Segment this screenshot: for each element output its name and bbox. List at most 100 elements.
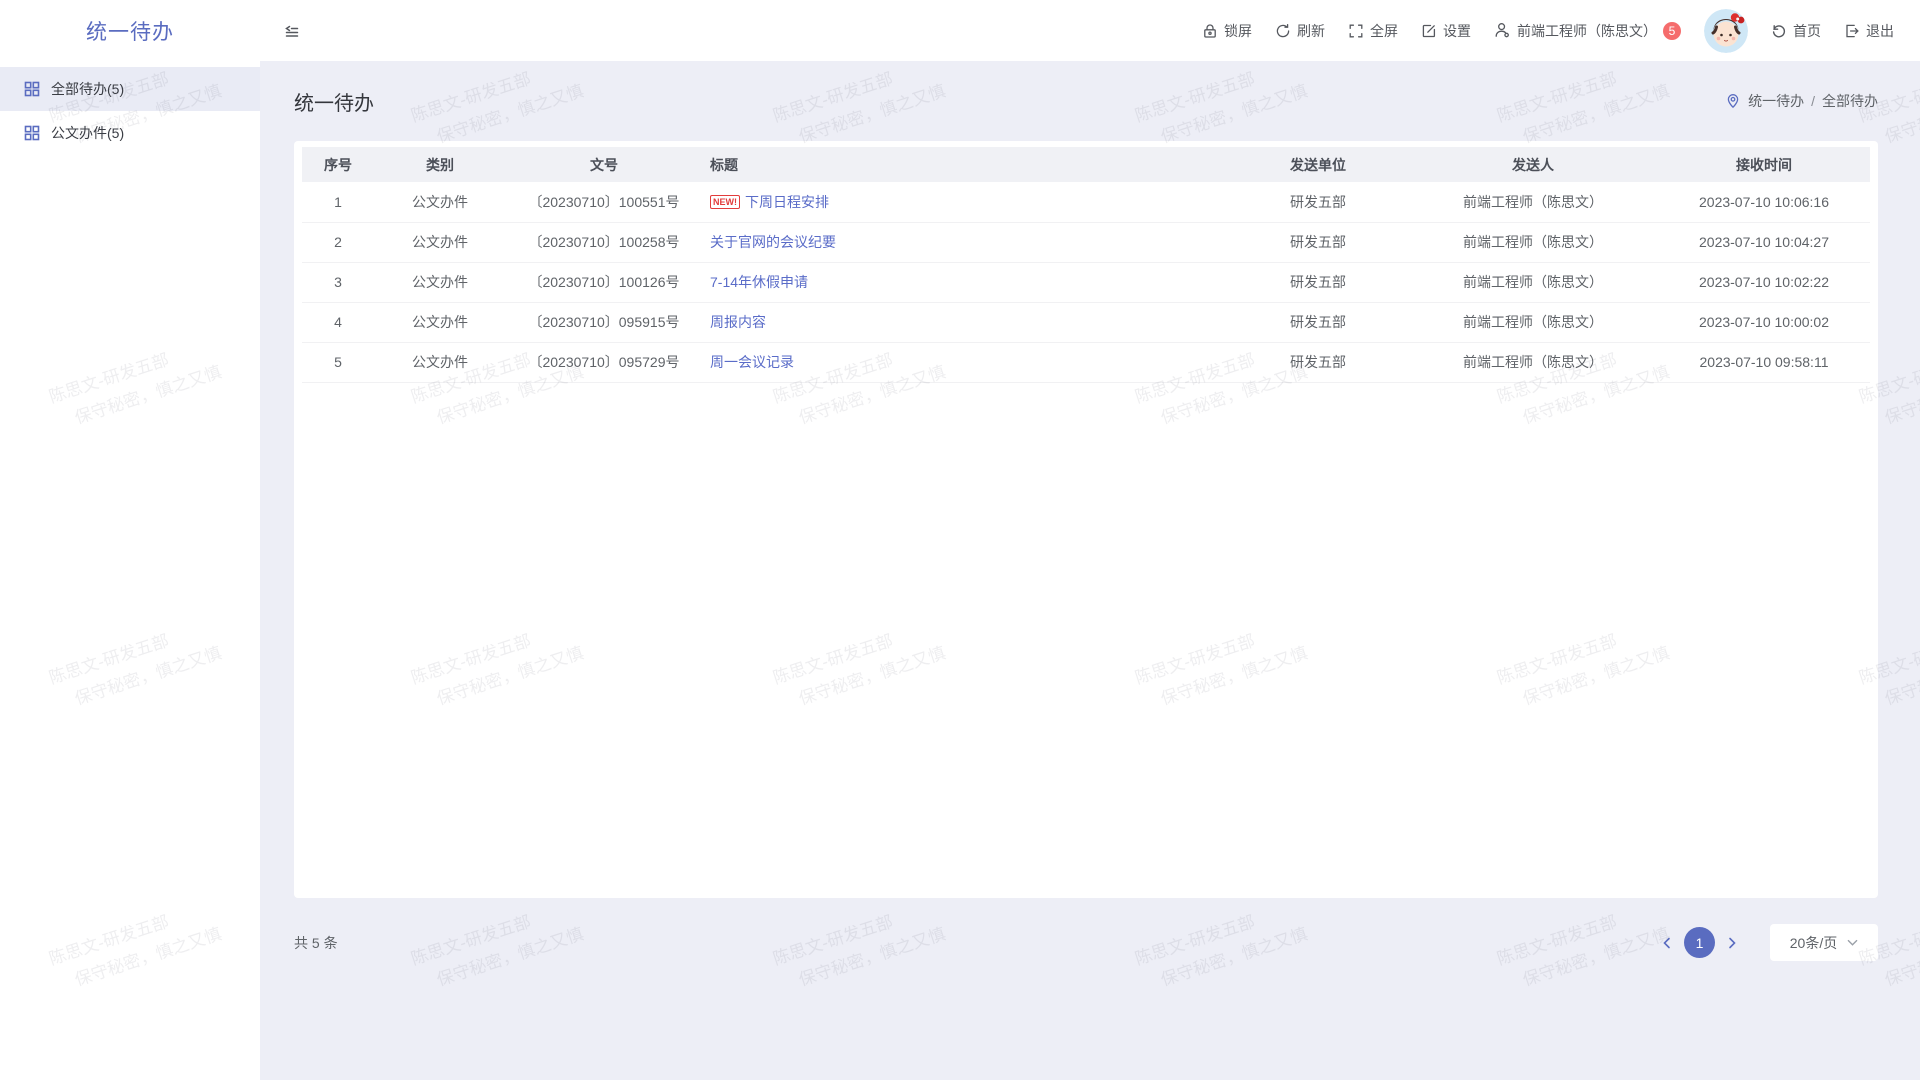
lock-screen-button[interactable]: 锁屏: [1202, 21, 1252, 41]
row-title-link[interactable]: 周一会议记录: [710, 354, 794, 370]
sidebar-item-label: 公文办件(5): [51, 123, 124, 143]
breadcrumb-current[interactable]: 全部待办: [1822, 91, 1878, 111]
todo-table: 序号 类别 文号 标题 发送单位 发送人 接收时间 1公文办件〔20230710…: [302, 147, 1870, 383]
row-title-cell: NEW! 下周日程安排: [702, 182, 1228, 222]
page-size-select[interactable]: 20条/页: [1770, 924, 1878, 961]
todo-list-card: 序号 类别 文号 标题 发送单位 发送人 接收时间 1公文办件〔20230710…: [294, 141, 1878, 898]
user-menu[interactable]: 前端工程师（陈思文） 5: [1494, 21, 1681, 41]
row-doc-number: 〔20230710〕095729号: [506, 342, 702, 382]
row-sender-unit: 研发五部: [1228, 222, 1408, 262]
row-category: 公文办件: [374, 302, 506, 342]
app-root: 统一待办 全部待办(5) 公文办件(5): [0, 0, 1920, 1080]
right-column: 锁屏 刷新 全屏: [260, 0, 1920, 1080]
settings-button[interactable]: 设置: [1421, 21, 1471, 41]
table-header: 序号 类别 文号 标题 发送单位 发送人 接收时间: [302, 147, 1870, 182]
row-index: 2: [302, 222, 374, 262]
row-title-cell: 关于官网的会议纪要: [702, 222, 1228, 262]
notification-badge: 5: [1663, 22, 1681, 40]
task-table-body: 1公文办件〔20230710〕100551号NEW!下周日程安排研发五部前端工程…: [302, 182, 1870, 382]
sidebar-item-official-docs[interactable]: 公文办件(5): [0, 111, 260, 155]
settings-icon: [1421, 23, 1437, 39]
row-title-link[interactable]: 下周日程安排: [745, 194, 829, 210]
pagination: 1 20条/页: [1653, 924, 1878, 961]
next-page-button[interactable]: [1718, 929, 1746, 957]
fullscreen-label: 全屏: [1370, 21, 1398, 41]
grid-icon: [24, 81, 40, 97]
total-count: 共 5 条: [294, 933, 338, 953]
sidebar-collapse-button[interactable]: [283, 22, 301, 40]
avatar[interactable]: [1704, 9, 1748, 53]
menu-fold-icon: [283, 22, 301, 40]
row-doc-number: 〔20230710〕100551号: [506, 182, 702, 222]
user-name-label: 前端工程师（陈思文）: [1517, 21, 1657, 41]
logout-icon: [1844, 23, 1860, 39]
row-sender-unit: 研发五部: [1228, 182, 1408, 222]
chevron-left-icon: [1661, 937, 1673, 949]
row-received-time: 2023-07-10 10:00:02: [1658, 302, 1870, 342]
lock-icon: [1202, 23, 1218, 39]
prev-page-button[interactable]: [1653, 929, 1681, 957]
table-row: 3公文办件〔20230710〕100126号7-14年休假申请研发五部前端工程师…: [302, 262, 1870, 302]
top-header: 锁屏 刷新 全屏: [260, 0, 1920, 61]
row-index: 1: [302, 182, 374, 222]
sidebar-item-all-todos[interactable]: 全部待办(5): [0, 67, 260, 111]
chevron-right-icon: [1726, 937, 1738, 949]
user-icon: [1494, 22, 1511, 39]
table-row: 4公文办件〔20230710〕095915号周报内容研发五部前端工程师（陈思文）…: [302, 302, 1870, 342]
row-category: 公文办件: [374, 222, 506, 262]
row-received-time: 2023-07-10 10:04:27: [1658, 222, 1870, 262]
refresh-icon: [1275, 23, 1291, 39]
col-sender: 发送人: [1408, 147, 1658, 182]
new-badge: NEW!: [710, 195, 740, 209]
app-title: 统一待办: [0, 0, 260, 61]
logout-label: 退出: [1866, 21, 1894, 41]
row-title-cell: 周报内容: [702, 302, 1228, 342]
row-doc-number: 〔20230710〕095915号: [506, 302, 702, 342]
row-category: 公文办件: [374, 262, 506, 302]
breadcrumb-separator: /: [1811, 93, 1815, 109]
table-row: 5公文办件〔20230710〕095729号周一会议记录研发五部前端工程师（陈思…: [302, 342, 1870, 382]
col-sender-unit: 发送单位: [1228, 147, 1408, 182]
col-title: 标题: [702, 147, 1228, 182]
breadcrumb: 统一待办 / 全部待办: [1725, 91, 1878, 111]
grid-icon: [24, 125, 40, 141]
row-sender: 前端工程师（陈思文）: [1408, 342, 1658, 382]
row-sender-unit: 研发五部: [1228, 262, 1408, 302]
row-doc-number: 〔20230710〕100126号: [506, 262, 702, 302]
settings-label: 设置: [1443, 21, 1471, 41]
header-toolbar: 锁屏 刷新 全屏: [1202, 9, 1894, 53]
sidebar-menu: 全部待办(5) 公文办件(5): [0, 61, 260, 155]
logout-button[interactable]: 退出: [1844, 21, 1894, 41]
row-received-time: 2023-07-10 10:02:22: [1658, 262, 1870, 302]
row-title-link[interactable]: 关于官网的会议纪要: [710, 234, 836, 250]
row-sender-unit: 研发五部: [1228, 302, 1408, 342]
row-title-link[interactable]: 周报内容: [710, 314, 766, 330]
row-sender: 前端工程师（陈思文）: [1408, 222, 1658, 262]
home-back-icon: [1771, 23, 1787, 39]
fullscreen-button[interactable]: 全屏: [1348, 21, 1398, 41]
row-title-cell: 7-14年休假申请: [702, 262, 1228, 302]
row-category: 公文办件: [374, 342, 506, 382]
row-title-cell: 周一会议记录: [702, 342, 1228, 382]
main-content: 统一待办 统一待办 / 全部待办: [260, 61, 1920, 1080]
row-doc-number: 〔20230710〕100258号: [506, 222, 702, 262]
col-doc-number: 文号: [506, 147, 702, 182]
breadcrumb-root[interactable]: 统一待办: [1748, 91, 1804, 111]
refresh-button[interactable]: 刷新: [1275, 21, 1325, 41]
home-button[interactable]: 首页: [1771, 21, 1821, 41]
row-received-time: 2023-07-10 10:06:16: [1658, 182, 1870, 222]
col-received-time: 接收时间: [1658, 147, 1870, 182]
row-sender: 前端工程师（陈思文）: [1408, 262, 1658, 302]
row-title-link[interactable]: 7-14年休假申请: [710, 274, 808, 290]
row-received-time: 2023-07-10 09:58:11: [1658, 342, 1870, 382]
page-size-value: 20条/页: [1790, 933, 1837, 953]
page-head: 统一待办 统一待办 / 全部待办: [294, 61, 1878, 141]
lock-screen-label: 锁屏: [1224, 21, 1252, 41]
col-category: 类别: [374, 147, 506, 182]
page-number-1[interactable]: 1: [1684, 927, 1715, 958]
table-row: 1公文办件〔20230710〕100551号NEW!下周日程安排研发五部前端工程…: [302, 182, 1870, 222]
location-pin-icon: [1725, 93, 1741, 109]
chevron-down-icon: [1847, 937, 1858, 948]
row-sender-unit: 研发五部: [1228, 342, 1408, 382]
list-footer: 共 5 条 1 20条/页: [294, 924, 1878, 961]
